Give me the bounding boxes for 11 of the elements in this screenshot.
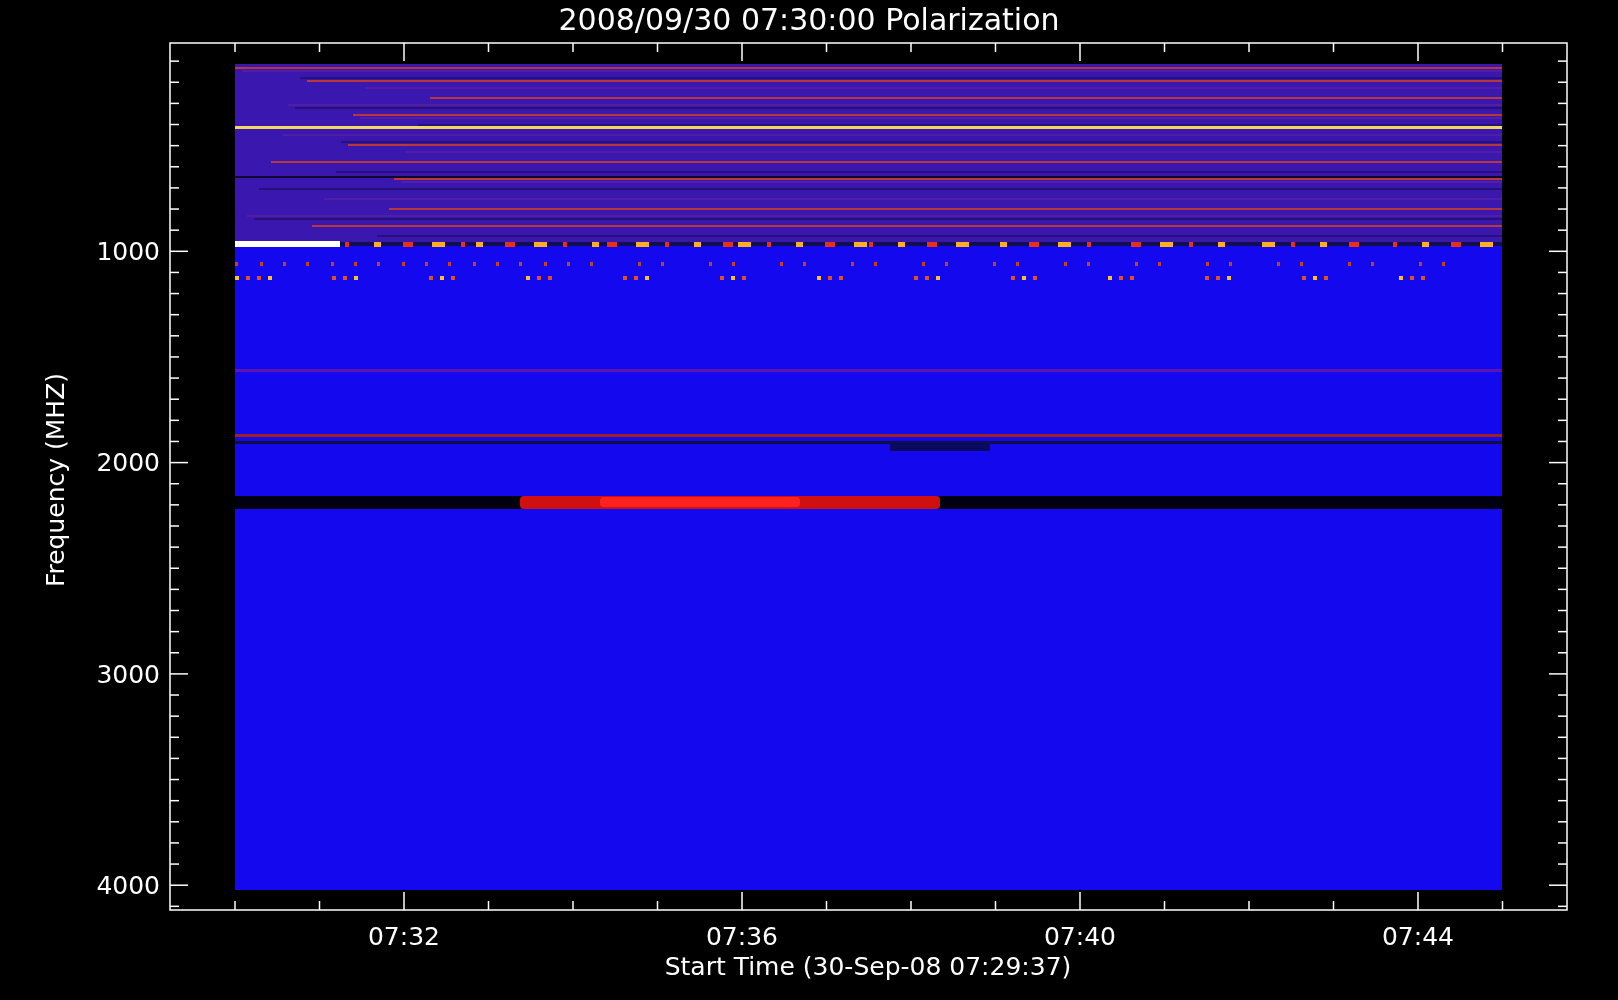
- y-tick-label: 1000: [96, 237, 160, 266]
- x-tick-label: 07:40: [1044, 922, 1116, 951]
- x-axis-label: Start Time (30-Sep-08 07:29:37): [664, 952, 1072, 981]
- y-axis-label: Frequency (MHZ): [41, 372, 70, 588]
- y-tick-label: 4000: [96, 870, 160, 900]
- y-tick-label: 2000: [96, 448, 160, 478]
- x-tick-label: 07:32: [368, 922, 440, 951]
- x-tick-label: 07:44: [1382, 922, 1454, 951]
- y-tick-label: 3000: [96, 659, 160, 689]
- x-tick-label: 07:36: [706, 922, 778, 951]
- chart-title: 2008/09/30 07:30:00 Polarization: [558, 2, 1060, 37]
